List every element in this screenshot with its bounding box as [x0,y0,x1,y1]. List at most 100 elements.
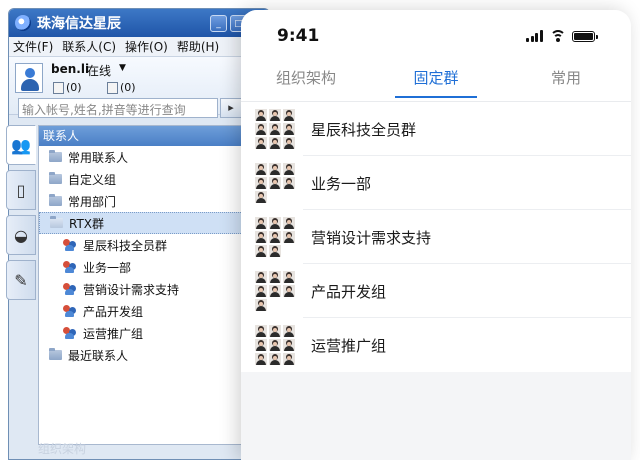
group-name: 产品开发组 [311,282,387,301]
member-photo [255,177,267,189]
member-photo [269,231,281,243]
group-item[interactable]: 营销设计需求支持 [39,278,259,300]
signal-icon [526,30,544,42]
group-icon [63,239,77,251]
tree-header: 联系人 [39,126,259,146]
tab-indicator [395,96,477,98]
member-photo [255,123,267,135]
member-photo [255,163,267,175]
sms-button[interactable]: (0) [107,81,136,94]
member-photo [269,177,281,189]
chevron-down-icon[interactable]: ▼ [119,63,126,73]
member-photo [255,285,267,297]
search-input[interactable]: 输入帐号,姓名,拼音等进行查询 [18,98,218,118]
group-item[interactable]: 产品开发组 [39,300,259,322]
status-selector[interactable]: 在线 [87,62,111,79]
tree-item-label: 业务一部 [83,260,132,275]
menu-help[interactable]: 帮助(H) [177,38,219,55]
member-photo [269,123,281,135]
tab-frequent[interactable]: 常用 [501,60,631,101]
member-photo [255,245,267,257]
clock: 9:41 [277,26,320,46]
contacts-icon: 👥 [11,135,31,155]
member-photo [269,137,281,149]
org-tab-label[interactable]: 组织架构 [38,440,86,457]
group-icon [63,283,77,295]
member-photo [283,285,295,297]
member-photo [283,339,295,351]
side-tabs: 👥 ▯ ◒ ✎ [6,125,38,305]
group-row[interactable]: 营销设计需求支持 [241,210,631,264]
mail-count: (0) [66,81,82,94]
group-row[interactable]: 运营推广组 [241,318,631,372]
group-avatar [255,109,295,149]
menu-actions[interactable]: 操作(O) [125,38,168,55]
member-photo [255,137,267,149]
tree-item-label: 常用联系人 [68,150,129,165]
group-icon [63,261,77,273]
member-photo [255,217,267,229]
search-button[interactable]: ▸ [220,98,242,118]
member-photo [269,285,281,297]
mail-button[interactable]: (0) [53,81,82,94]
folder-item[interactable]: RTX群 [39,212,259,234]
contact-tree: 联系人 常用联系人自定义组常用部门 RTX群星辰科技全员群 业务一部营销设计需求支持… [38,125,260,445]
tree-item-label: 运营推广组 [83,326,144,341]
member-photo [283,231,295,243]
username: ben.li [51,62,90,76]
menu-bar: 文件(F) 联系人(C) 操作(O) 帮助(H) [9,37,269,57]
group-item[interactable]: 业务一部 [39,256,259,278]
tab-fixed-groups[interactable]: 固定群 [371,60,501,101]
contacts-tab[interactable]: 👥 [6,125,36,165]
avatar[interactable] [15,63,43,93]
member-photo [269,325,281,337]
group-item[interactable]: 运营推广组 [39,322,259,344]
group-row[interactable]: 业务一部 [241,156,631,210]
phone-icon: ▯ [16,180,26,200]
member-photo [283,353,295,365]
tree-item-label: 星辰科技全员群 [83,238,168,253]
folder-item[interactable]: 自定义组 [39,168,259,190]
group-avatar [255,325,295,365]
folder-item[interactable]: 常用联系人 [39,146,259,168]
group-item[interactable]: 星辰科技全员群 [39,234,259,256]
mail-icon [53,81,64,94]
tree-item-label: RTX群 [69,216,105,231]
group-row[interactable]: 星辰科技全员群 [241,102,631,156]
member-photo [269,217,281,229]
member-photo [255,271,267,283]
group-name: 星辰科技全员群 [311,120,417,139]
system-icons [526,30,598,42]
folder-icon [49,172,62,184]
tree-item-label: 自定义组 [68,172,117,187]
window-title: 珠海信达星辰 [37,16,121,32]
member-photo [283,217,295,229]
minimize-button[interactable]: _ [210,15,227,32]
mobile-screen: 9:41 组织架构 固定群 常用 星辰科技全员群业务一部 营销设计需求支持产品开发… [241,10,631,460]
member-photo [255,109,267,121]
member-photo [255,325,267,337]
menu-contacts[interactable]: 联系人(C) [62,38,116,55]
wifi-icon [550,30,566,42]
records-tab[interactable]: ✎ [6,260,36,300]
chat-icon: ◒ [14,225,28,245]
member-photo [269,109,281,121]
folder-item[interactable]: 常用部门 [39,190,259,212]
sessions-tab[interactable]: ◒ [6,215,36,255]
group-name: 运营推广组 [311,336,387,355]
member-photo [255,353,267,365]
mobile-tab[interactable]: ▯ [6,170,36,210]
menu-file[interactable]: 文件(F) [13,38,53,55]
member-photo [269,271,281,283]
folder-item[interactable]: 最近联系人 [39,344,259,366]
tree-item-label: 营销设计需求支持 [83,282,180,297]
group-row[interactable]: 产品开发组 [241,264,631,318]
group-avatar [255,271,295,311]
member-photo [255,299,267,311]
folder-icon [49,150,62,162]
member-photo [255,231,267,243]
member-photo [269,353,281,365]
member-photo [255,339,267,351]
member-photo [269,245,281,257]
tab-org[interactable]: 组织架构 [241,60,371,101]
